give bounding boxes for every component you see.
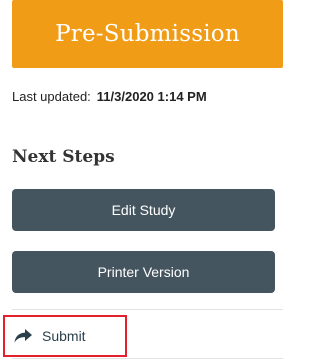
last-updated-value: 11/3/2020 1:14 PM	[96, 89, 207, 104]
printer-version-button-label: Printer Version	[97, 264, 190, 280]
last-updated-label: Last updated:	[12, 89, 91, 104]
project-state-label: Pre-Submission	[55, 21, 240, 47]
edit-study-button[interactable]: Edit Study	[12, 189, 275, 231]
submit-activity-label: Submit	[42, 328, 86, 344]
activity-divider	[12, 358, 283, 359]
project-state-banner: Pre-Submission	[12, 0, 283, 68]
activity-divider	[12, 309, 283, 310]
submit-activity-link[interactable]: Submit	[3, 315, 127, 357]
last-updated: Last updated: 11/3/2020 1:14 PM	[12, 89, 207, 104]
next-steps-heading: Next Steps	[12, 147, 115, 167]
share-arrow-icon	[14, 329, 32, 343]
edit-study-button-label: Edit Study	[111, 202, 176, 218]
project-sidebar: Pre-Submission Last updated: 11/3/2020 1:…	[0, 0, 283, 363]
printer-version-button[interactable]: Printer Version	[12, 251, 275, 293]
